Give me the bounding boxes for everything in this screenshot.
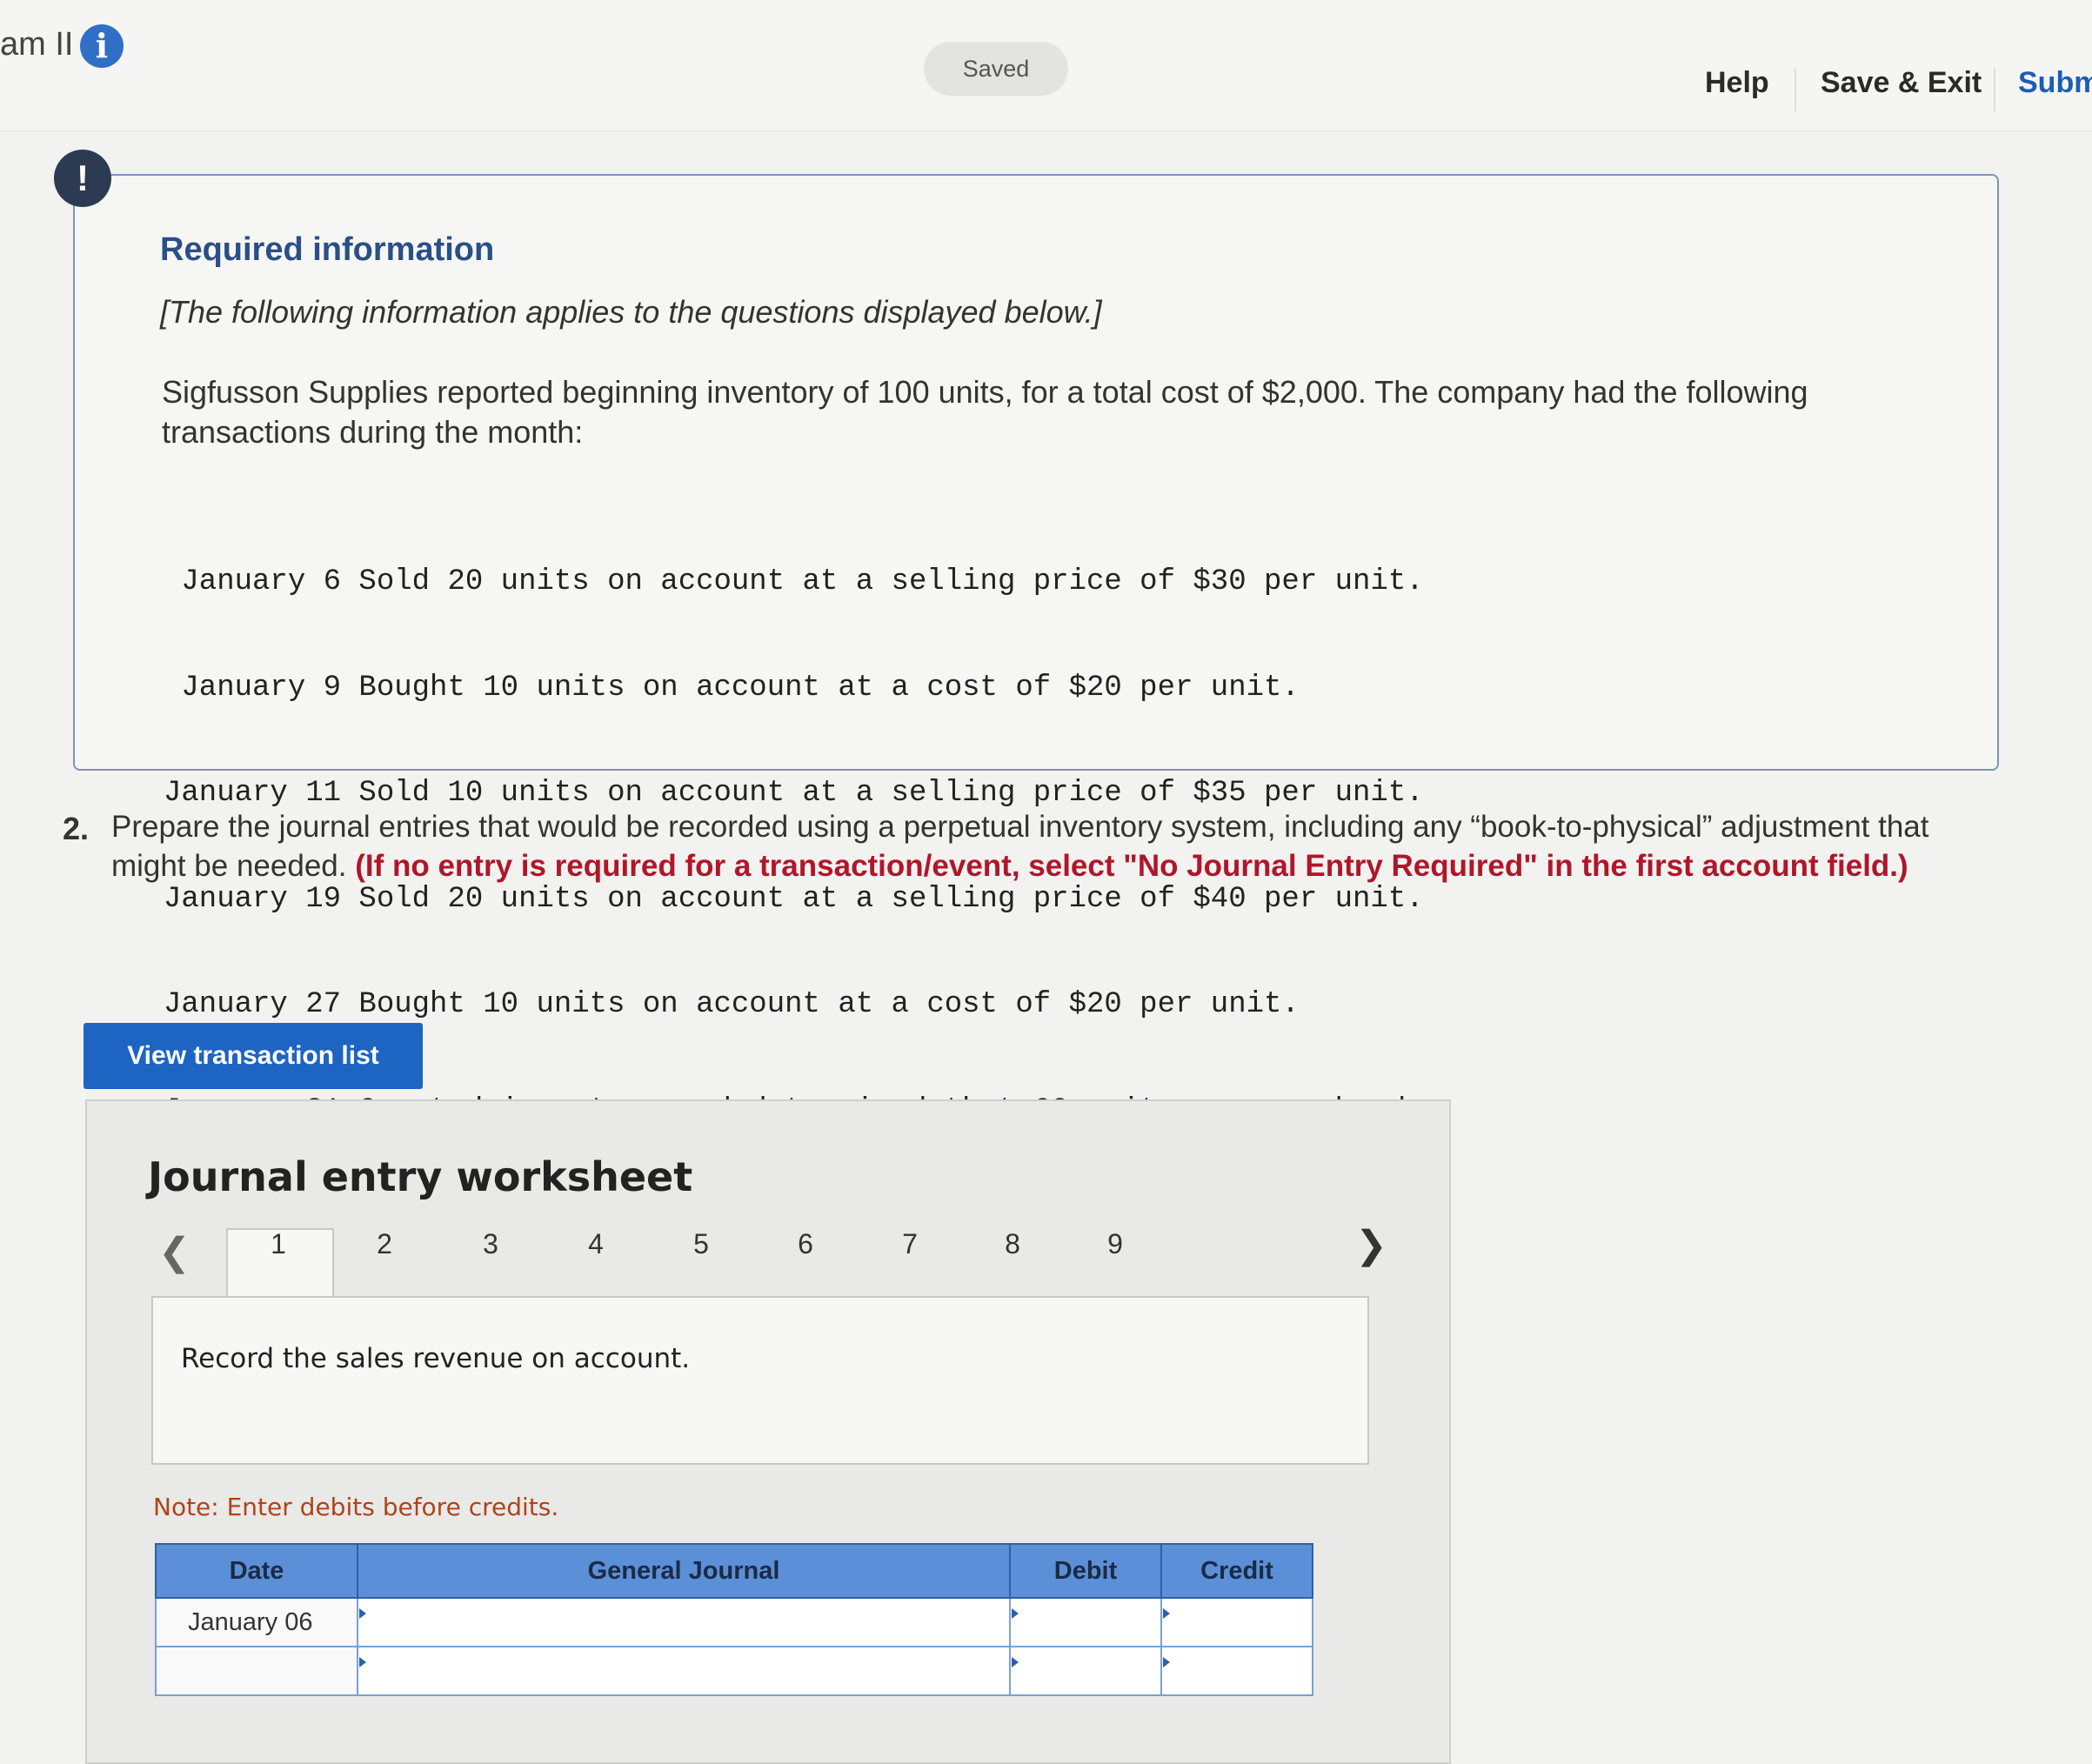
account-input[interactable] (357, 1646, 1011, 1696)
account-input[interactable] (357, 1597, 1011, 1647)
transaction-line: January 11 Sold 10 units on account at a… (164, 777, 1424, 810)
date-cell (155, 1646, 358, 1696)
credit-input[interactable] (1160, 1646, 1313, 1696)
question-number: 2. (63, 811, 90, 846)
required-info-note: [The following information applies to th… (160, 294, 1102, 330)
top-bar: am II i Saved Help Save & Exit Subm (0, 0, 2092, 131)
journal-table: Date General Journal Debit Credit Januar… (155, 1543, 1313, 1696)
date-column-header: Date (155, 1543, 358, 1599)
credit-column-header: Credit (1160, 1543, 1313, 1599)
tab-5[interactable]: 5 (662, 1228, 740, 1260)
required-information-panel: Required information [The following info… (73, 174, 1999, 1127)
table-row (155, 1646, 1313, 1696)
journal-header-row: Date General Journal Debit Credit (155, 1543, 1313, 1599)
transaction-line: January 19 Sold 20 units on account at a… (164, 882, 1424, 916)
saved-status-badge: Saved (924, 42, 1068, 96)
cell-marker-icon (1012, 1607, 1019, 1619)
tab-3[interactable]: 3 (451, 1228, 530, 1260)
tab-7[interactable]: 7 (871, 1228, 949, 1260)
cell-marker-icon (1163, 1607, 1170, 1619)
alert-icon: ! (54, 150, 111, 207)
tab-2[interactable]: 2 (345, 1228, 424, 1260)
required-info-title: Required information (160, 231, 495, 268)
tab-1[interactable]: 1 (239, 1228, 317, 1260)
worksheet-title: Journal entry worksheet (148, 1153, 693, 1200)
debit-input[interactable] (1009, 1597, 1162, 1647)
debit-input[interactable] (1009, 1646, 1162, 1696)
transaction-line: January 27 Bought 10 units on account at… (164, 988, 1300, 1021)
view-transaction-list-button[interactable]: View transaction list (84, 1023, 423, 1089)
general-journal-column-header: General Journal (357, 1543, 1011, 1599)
table-row: January 06 (155, 1597, 1313, 1647)
debit-column-header: Debit (1009, 1543, 1162, 1599)
journal-entry-worksheet: Journal entry worksheet ❮ 1 2 3 4 5 6 7 … (85, 1099, 1451, 1764)
chevron-right-icon[interactable]: ❯ (1355, 1223, 1387, 1267)
header-divider (1994, 68, 1995, 111)
help-link[interactable]: Help (1705, 66, 1769, 100)
cell-marker-icon (1012, 1656, 1019, 1667)
debits-credits-note: Note: Enter debits before credits. (153, 1493, 559, 1521)
cell-marker-icon (359, 1607, 366, 1619)
required-info-intro: Sigfusson Supplies reported beginning in… (162, 374, 1808, 450)
save-exit-link[interactable]: Save & Exit (1821, 66, 1982, 100)
cell-marker-icon (1163, 1656, 1170, 1667)
submit-link[interactable]: Subm (2018, 66, 2092, 100)
transaction-line: January 9 Bought 10 units on account at … (164, 671, 1300, 705)
entry-instruction: Record the sales revenue on account. (181, 1343, 691, 1374)
tab-4[interactable]: 4 (557, 1228, 635, 1260)
credit-input[interactable] (1160, 1597, 1313, 1647)
question-instruction: (If no entry is required for a transacti… (355, 849, 1908, 883)
tab-content-panel: Record the sales revenue on account. (151, 1296, 1369, 1465)
tab-9[interactable]: 9 (1076, 1228, 1154, 1260)
exam-title: am II (0, 26, 74, 63)
tab-6[interactable]: 6 (766, 1228, 845, 1260)
info-icon[interactable]: i (80, 24, 124, 68)
header-divider (1795, 68, 1796, 111)
cell-marker-icon (359, 1656, 366, 1667)
transaction-line: January 6 Sold 20 units on account at a … (164, 565, 1424, 598)
date-cell: January 06 (155, 1597, 358, 1647)
chevron-left-icon[interactable]: ❮ (158, 1230, 190, 1274)
question-text: Prepare the journal entries that would b… (111, 807, 1990, 885)
tab-8[interactable]: 8 (973, 1228, 1052, 1260)
